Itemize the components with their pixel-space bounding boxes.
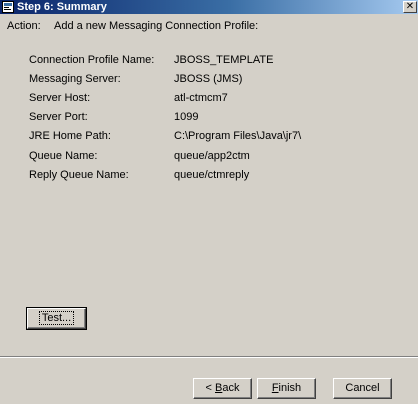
finish-button[interactable]: Finish: [257, 378, 316, 399]
field-label: Reply Queue Name:: [29, 169, 129, 181]
field-label: Queue Name:: [29, 150, 98, 162]
cancel-button[interactable]: Cancel: [333, 378, 392, 399]
field-value: JBOSS_TEMPLATE: [174, 54, 274, 66]
separator: [0, 356, 418, 358]
action-label: Action:: [7, 20, 41, 32]
field-messaging-server: Messaging Server: JBOSS (JMS): [29, 73, 399, 87]
field-value: atl-ctmcm7: [174, 92, 228, 104]
field-server-host: Server Host: atl-ctmcm7: [29, 92, 399, 106]
field-label: Server Host:: [29, 92, 91, 104]
field-value: 1099: [174, 111, 199, 123]
field-reply-queue-name: Reply Queue Name: queue/ctmreply: [29, 169, 399, 183]
field-value: queue/ctmreply: [174, 169, 250, 181]
action-text: Add a new Messaging Connection Profile:: [54, 20, 259, 32]
field-connection-profile-name: Connection Profile Name: JBOSS_TEMPLATE: [29, 54, 399, 68]
field-label: Messaging Server:: [29, 73, 121, 85]
field-value: queue/app2ctm: [174, 150, 250, 162]
window-title: Step 6: Summary: [17, 1, 107, 13]
field-label: Connection Profile Name:: [29, 54, 155, 66]
field-jre-home-path: JRE Home Path: C:\Program Files\Java\jr7…: [29, 130, 399, 144]
title-bar: Step 6: Summary ✕: [0, 0, 418, 14]
close-button[interactable]: ✕: [403, 1, 417, 13]
field-label: Server Port:: [29, 111, 88, 123]
back-button[interactable]: < Back: [193, 378, 252, 399]
cancel-button-label: Cancel: [345, 382, 380, 394]
field-queue-name: Queue Name: queue/app2ctm: [29, 150, 399, 164]
finish-button-label: Finish: [271, 382, 302, 394]
field-server-port: Server Port: 1099: [29, 111, 399, 125]
close-icon: ✕: [405, 1, 415, 12]
test-button-label: Test...: [38, 311, 75, 325]
field-label: JRE Home Path:: [29, 130, 111, 142]
field-value: C:\Program Files\Java\jr7\: [174, 130, 302, 142]
wizard-icon: [2, 1, 14, 13]
test-button[interactable]: Test...: [26, 307, 87, 330]
field-value: JBOSS (JMS): [174, 73, 243, 85]
action-row: Action: Add a new Messaging Connection P…: [7, 20, 411, 34]
back-button-label: < Back: [205, 382, 240, 394]
